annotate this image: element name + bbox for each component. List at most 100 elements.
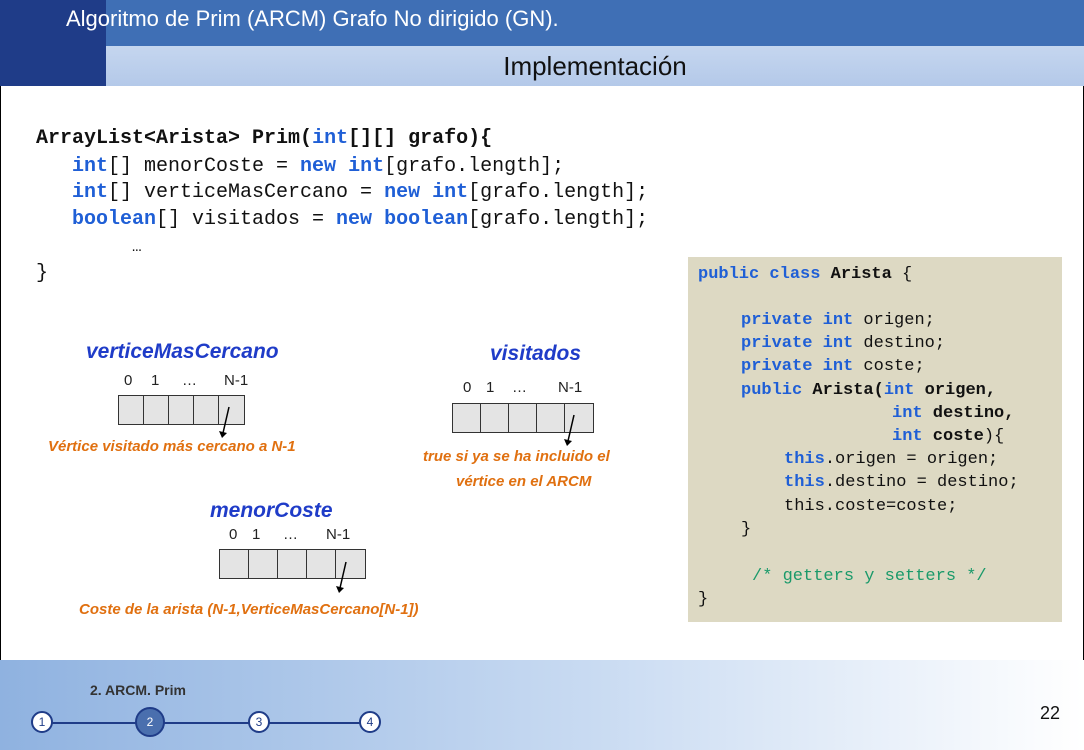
- array-title-menorcoste: menorCoste: [210, 499, 333, 522]
- keyword: int: [883, 381, 915, 400]
- code-line-signature: ArrayList<Arista> Prim(int[][] grafo){: [36, 127, 492, 150]
- code-line-visitados: boolean[] visitados = new boolean[grafo.…: [72, 208, 648, 231]
- code-text: coste;: [853, 357, 925, 376]
- keyword: int: [432, 181, 469, 204]
- code-text: [grafo.length];: [384, 155, 565, 178]
- cb-line-9: this.destino = destino;: [784, 473, 1019, 492]
- keyword: private: [741, 311, 813, 330]
- code-text: [] menorCoste =: [108, 155, 301, 178]
- slide-subtitle: Implementación: [503, 51, 687, 81]
- keyword: public: [741, 381, 803, 400]
- keyword: int: [892, 404, 923, 423]
- cb-line-11: }: [741, 520, 752, 539]
- code-text: destino;: [853, 334, 946, 353]
- index-1: 1: [252, 526, 261, 543]
- keyword: int: [822, 311, 854, 330]
- array-cell: [169, 396, 194, 424]
- cb-line-4: private int coste;: [741, 357, 925, 376]
- index-last: N-1: [326, 526, 351, 543]
- array-title-verticemascercano: verticeMasCercano: [86, 340, 279, 363]
- cb-line-7: int coste){: [892, 427, 1004, 446]
- cb-line-8: this.origen = origen;: [784, 450, 998, 469]
- comment: /* getters y setters */: [752, 567, 987, 586]
- class-name: Arista: [830, 265, 892, 284]
- arrow-icon: [564, 414, 575, 446]
- keyword: new: [300, 155, 337, 178]
- index-ellipsis: …: [283, 526, 298, 543]
- array-cell: [278, 550, 307, 578]
- keyword: this: [784, 473, 825, 492]
- array-title-visitados: visitados: [490, 342, 582, 365]
- keyword: int: [822, 334, 854, 353]
- index-last: N-1: [224, 372, 249, 389]
- code-text: .destino = destino;: [824, 473, 1019, 492]
- index-0: 0: [463, 379, 472, 396]
- nav-step-3[interactable]: 3: [248, 711, 270, 733]
- keyword: private: [741, 334, 813, 353]
- nav-step-1[interactable]: 1: [31, 711, 53, 733]
- index-1: 1: [151, 372, 160, 389]
- keyword: this: [784, 450, 825, 469]
- array-cell: [509, 404, 537, 432]
- constructor-name: Arista(: [812, 381, 884, 400]
- array-cell: [220, 550, 249, 578]
- keyword: int: [72, 155, 109, 178]
- index-last: N-1: [558, 379, 583, 396]
- keyword: boolean: [72, 208, 157, 231]
- keyword: int: [348, 155, 385, 178]
- cb-line-3: private int destino;: [741, 334, 945, 353]
- nav-step-2[interactable]: 2: [135, 707, 165, 737]
- code-text: [grafo.length];: [468, 208, 649, 231]
- progress-line: [42, 722, 370, 724]
- method-name: Prim(: [240, 127, 313, 150]
- slide-title: Algoritmo de Prim (ARCM) Grafo No dirigi…: [66, 6, 559, 31]
- nav-step-4[interactable]: 4: [359, 711, 381, 733]
- arrow-icon: [336, 561, 347, 593]
- note-menorcoste: Coste de la arista (N-1,VerticeMasCercan…: [79, 601, 419, 618]
- note-visitados-line1: true si ya se ha incluido el: [423, 448, 610, 465]
- array-cell: [481, 404, 509, 432]
- keyword: int: [312, 127, 349, 150]
- code-ellipsis: …: [132, 238, 142, 256]
- array-cell: [144, 396, 169, 424]
- index-0: 0: [229, 526, 238, 543]
- code-text: [] visitados =: [156, 208, 337, 231]
- cb-line-1: public class Arista {: [698, 265, 912, 284]
- index-ellipsis: …: [182, 372, 197, 389]
- keyword: new: [384, 181, 421, 204]
- code-text: origen;: [853, 311, 935, 330]
- cb-line-5: public Arista(int origen,: [741, 381, 996, 400]
- cb-line-13: }: [698, 590, 709, 609]
- code-text: ){: [983, 427, 1005, 446]
- keyword: public class: [698, 265, 821, 284]
- index-ellipsis: …: [512, 379, 527, 396]
- section-label: 2. ARCM. Prim: [90, 682, 186, 698]
- keyword: int: [822, 357, 854, 376]
- footer-bar: [0, 660, 1084, 750]
- param: [][] grafo){: [348, 127, 493, 150]
- keyword: boolean: [384, 208, 469, 231]
- cb-line-2: private int origen;: [741, 311, 935, 330]
- param: destino,: [922, 404, 1015, 423]
- arista-class-box: public class Arista { private int origen…: [688, 257, 1062, 622]
- return-type: ArrayList<Arista>: [36, 127, 241, 150]
- keyword: new: [336, 208, 373, 231]
- note-visitados-line2: vértice en el ARCM: [456, 473, 592, 490]
- page-number: 22: [1039, 703, 1060, 723]
- note-verticemascercano: Vértice visitado más cercano a N-1: [48, 438, 296, 455]
- cb-line-6: int destino,: [892, 404, 1014, 423]
- code-text: [grafo.length];: [468, 181, 649, 204]
- code-line-menorcoste: int[] menorCoste = new int[grafo.length]…: [72, 155, 564, 178]
- param: origen,: [914, 381, 997, 400]
- code-line-verticemascercano: int[] verticeMasCercano = new int[grafo.…: [72, 181, 648, 204]
- arrow-icon: [219, 406, 230, 438]
- keyword: int: [72, 181, 109, 204]
- code-text: {: [891, 265, 913, 284]
- code-close-brace: }: [36, 262, 49, 285]
- code-text: [] verticeMasCercano =: [108, 181, 385, 204]
- param: coste: [922, 427, 984, 446]
- cb-comment: /* getters y setters */: [752, 567, 987, 586]
